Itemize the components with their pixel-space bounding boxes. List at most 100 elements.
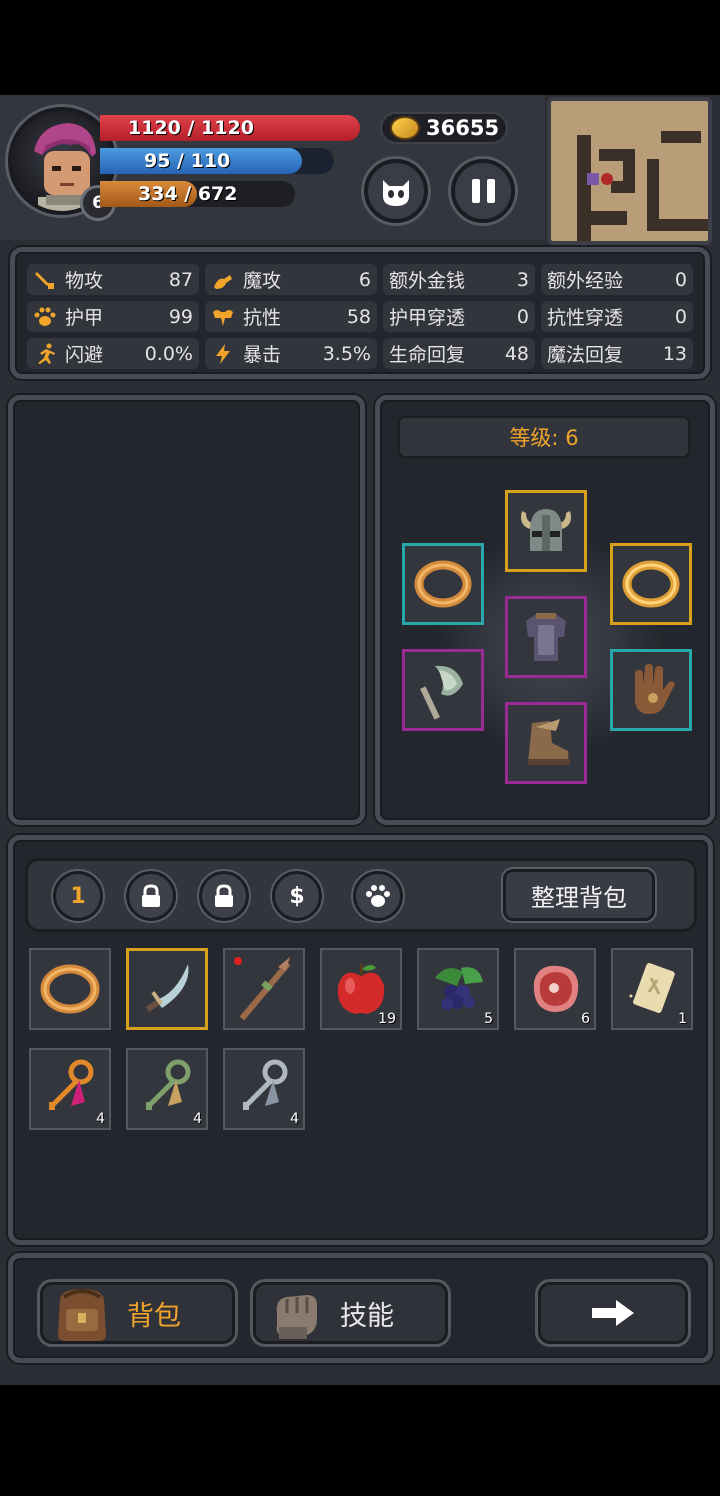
pet-face-icon <box>383 180 409 206</box>
axe-icon <box>420 665 463 720</box>
green-key-icon <box>146 1059 191 1110</box>
stats-panel: 物攻 87 魔攻 6 额外金钱 3 额外经验 0 护甲 99 抗性 58 护甲穿透 0 抗性穿透 0 闪避 0.0… <box>10 247 710 379</box>
mp-text: 95 / 110 <box>144 150 231 172</box>
nav-skill-button[interactable]: 技能 <box>253 1282 448 1344</box>
item-quantity: 19 <box>378 1011 396 1027</box>
stat-label: 额外金钱 <box>389 270 466 292</box>
stat-label: 魔法回复 <box>547 344 624 366</box>
item-quantity: 6 <box>581 1011 590 1027</box>
helmet-slot[interactable] <box>505 490 587 572</box>
inventory-slot-berries[interactable]: 5 <box>417 948 499 1030</box>
stat-label: 魔攻 <box>243 270 282 292</box>
stat-value: 13 <box>662 342 687 365</box>
stat-value: 0 <box>674 268 687 291</box>
weapon-slot[interactable] <box>402 649 484 731</box>
inventory-tabs: 1 $ 整理背包 <box>25 858 697 932</box>
minimap[interactable] <box>547 97 712 245</box>
boots-slot[interactable] <box>505 702 587 784</box>
orange-key-icon <box>49 1059 94 1110</box>
stat-value: 48 <box>504 342 529 365</box>
item-quantity: 1 <box>678 1011 687 1027</box>
bottom-nav: 背包 技能 <box>8 1253 713 1363</box>
gold-counter: 36655 <box>380 112 508 144</box>
item-quantity: 4 <box>96 1111 105 1127</box>
inventory-slot-orange-key[interactable]: 4 <box>29 1048 111 1130</box>
item-quantity: 5 <box>484 1011 493 1027</box>
equipment-level-label: 等级: 6 <box>398 416 690 458</box>
inventory-slot-green-key[interactable]: 4 <box>126 1048 208 1130</box>
inventory-tab-locked-3[interactable] <box>199 871 249 921</box>
inventory-panel: 1 $ 整理背包 19 5 6 1 4 4 4 <box>8 835 713 1245</box>
equipment-panel: 等级: 6 <box>375 395 715 825</box>
horned-helmet-icon <box>521 509 571 551</box>
inventory-tab-1[interactable]: 1 <box>53 871 103 921</box>
ring-left-slot[interactable] <box>402 543 484 625</box>
inventory-tab-pet[interactable] <box>353 871 403 921</box>
arrow-right-icon <box>592 1300 634 1326</box>
player-hud: 6 1120 / 1120 95 / 110 334 / 672 36655 <box>0 95 545 240</box>
lightning-icon <box>211 342 235 366</box>
paw-icon <box>33 305 57 329</box>
rune-scroll-icon <box>629 963 675 1013</box>
stat-value: 58 <box>346 305 371 328</box>
ring-icon <box>622 560 680 608</box>
dollar-icon: $ <box>289 883 305 909</box>
stat-value: 3.5% <box>322 342 371 365</box>
stats-grid: 物攻 87 魔攻 6 额外金钱 3 额外经验 0 护甲 99 抗性 58 护甲穿透 0 抗性穿透 0 闪避 0.0… <box>27 264 693 369</box>
mp-bar: 95 / 110 <box>100 148 334 174</box>
nav-skill-label: 技能 <box>340 1300 394 1332</box>
inventory-slot-ring[interactable] <box>29 948 111 1030</box>
armor-slot[interactable] <box>505 596 587 678</box>
inventory-slot-silver-key[interactable]: 4 <box>223 1048 305 1130</box>
fist-icon <box>264 1282 326 1344</box>
nav-next-button[interactable] <box>538 1282 688 1344</box>
ring-icon <box>40 964 100 1014</box>
inventory-slot-rune-scroll[interactable]: 1 <box>611 948 693 1030</box>
inventory-slot-meat[interactable]: 6 <box>514 948 596 1030</box>
stat-0: 物攻 87 <box>27 264 199 295</box>
stat-5: 抗性 58 <box>205 301 377 332</box>
dagger-icon <box>145 964 189 1013</box>
sort-inventory-button[interactable]: 整理背包 <box>503 869 655 921</box>
gold-amount: 36655 <box>426 116 500 140</box>
inventory-tab-shop[interactable]: $ <box>272 871 322 921</box>
nav-bag-button[interactable]: 背包 <box>40 1282 235 1344</box>
stat-8: 闪避 0.0% <box>27 338 199 369</box>
pet-button[interactable] <box>364 159 428 223</box>
stat-7: 抗性穿透 0 <box>541 301 693 332</box>
xp-text: 334 / 672 <box>138 183 238 205</box>
inventory-tab-locked-2[interactable] <box>126 871 176 921</box>
ring-right-slot[interactable] <box>610 543 692 625</box>
meat-steak-icon <box>533 965 579 1012</box>
pause-button[interactable] <box>451 159 515 223</box>
stat-10: 生命回复 48 <box>383 338 535 369</box>
xp-bar: 334 / 672 <box>100 181 295 207</box>
magic-hand-icon <box>211 268 235 292</box>
stat-value: 0 <box>674 305 687 328</box>
lock-icon <box>142 884 160 907</box>
gloves-slot[interactable] <box>610 649 692 731</box>
boot-icon <box>528 719 570 765</box>
silver-key-icon <box>243 1059 288 1110</box>
backpack-icon <box>51 1282 113 1344</box>
hp-text: 1120 / 1120 <box>128 117 254 139</box>
muscle-icon <box>211 305 235 329</box>
sword-icon <box>33 268 57 292</box>
stat-label: 额外经验 <box>547 270 624 292</box>
stat-value: 99 <box>168 305 193 328</box>
stat-label: 物攻 <box>65 270 104 292</box>
ring-icon <box>414 560 472 608</box>
game-screen: 6 1120 / 1120 95 / 110 334 / 672 36655 物… <box>0 95 720 1385</box>
stat-1: 魔攻 6 <box>205 264 377 295</box>
item-quantity: 4 <box>290 1111 299 1127</box>
stat-label: 抗性穿透 <box>547 307 624 329</box>
pause-icon <box>471 179 495 203</box>
stat-value: 87 <box>168 268 193 291</box>
inventory-slot-dagger[interactable] <box>126 948 208 1030</box>
stat-label: 生命回复 <box>389 344 466 366</box>
inventory-slot-apple[interactable]: 19 <box>320 948 402 1030</box>
inventory-slot-staff[interactable] <box>223 948 305 1030</box>
item-quantity: 4 <box>193 1111 202 1127</box>
stat-label: 抗性 <box>243 307 282 329</box>
nav-bag-label: 背包 <box>127 1300 181 1332</box>
